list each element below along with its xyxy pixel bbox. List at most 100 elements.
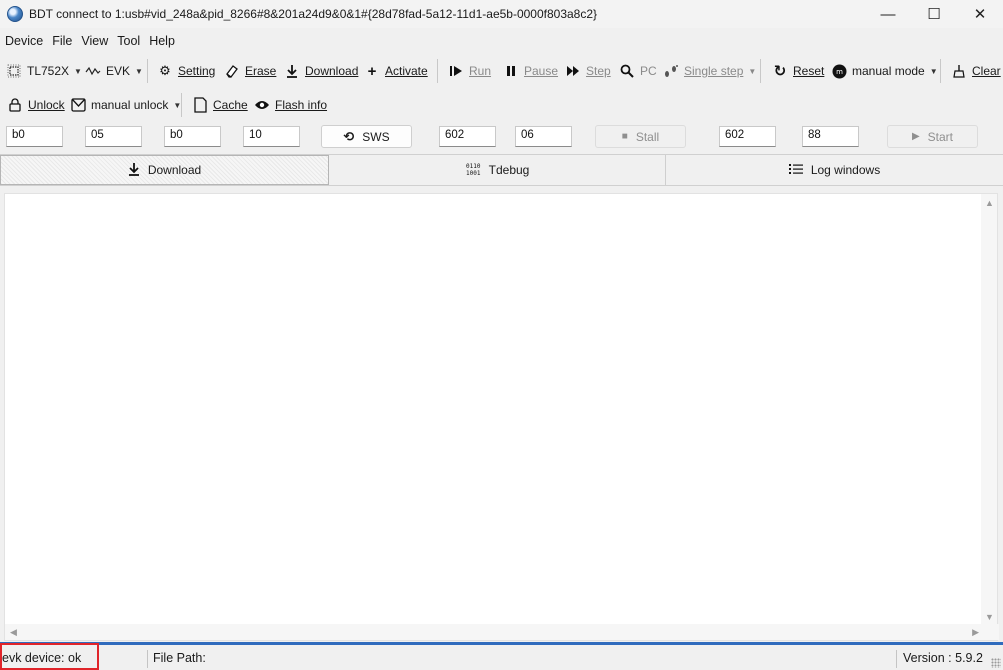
evk-label: EVK (106, 64, 131, 78)
chip-icon (6, 63, 22, 79)
scroll-up-icon[interactable]: ▲ (985, 198, 994, 208)
search-icon (619, 63, 635, 79)
footsteps-icon (663, 63, 679, 79)
run-button[interactable]: Run (448, 55, 491, 87)
register-field[interactable]: 05 (85, 126, 142, 147)
flash-info-button[interactable]: Flash info (254, 89, 327, 121)
menu-file[interactable]: File (52, 34, 72, 48)
vertical-scrollbar[interactable]: ▲ ▼ (981, 194, 997, 626)
register-field[interactable]: 10 (243, 126, 300, 147)
download-button[interactable]: Download (284, 55, 358, 87)
pause-button[interactable]: Pause (503, 55, 558, 87)
list-icon (788, 163, 803, 178)
progress-bar (0, 642, 1003, 645)
highlight-box (0, 643, 99, 670)
menu-tool[interactable]: Tool (117, 34, 140, 48)
play-icon: ▶ (911, 131, 920, 142)
scroll-right-icon[interactable]: ▶ (972, 627, 979, 638)
toolbar-separator (760, 59, 761, 83)
menu-help[interactable]: Help (149, 34, 175, 48)
unlock-button[interactable]: Unlock (7, 89, 65, 121)
sws-label: SWS (362, 129, 390, 144)
register-field[interactable]: b0 (164, 126, 221, 147)
unlock-label: Unlock (28, 98, 65, 112)
manual-unlock-dropdown[interactable]: manual unlock ▼ (70, 89, 181, 121)
cache-button[interactable]: Cache (192, 89, 248, 121)
app-globe-icon (7, 6, 23, 22)
single-step-dropdown[interactable]: Single step ▼ (663, 55, 756, 87)
gear-icon: ⚙ (159, 63, 171, 78)
activate-button[interactable]: + Activate (364, 55, 428, 87)
register-row: b0 05 b0 10 ⟲ SWS 602 06 ■ Stall 602 88 … (0, 124, 1003, 150)
clear-label: Clear (972, 64, 1001, 78)
chevron-down-icon: ▼ (135, 66, 143, 76)
mode-dropdown[interactable]: m manual mode ▼ (831, 55, 938, 87)
menu-bar: Device File View Tool Help (0, 29, 184, 53)
setting-label: Setting (178, 64, 216, 78)
reset-button[interactable]: ↻ Reset (772, 55, 825, 87)
svg-text:0110: 0110 (466, 163, 481, 170)
lock-icon (7, 97, 23, 113)
sws-button[interactable]: ⟲ SWS (321, 125, 412, 148)
signal-wave-icon (85, 63, 101, 79)
chevron-down-icon: ▼ (929, 66, 938, 76)
tab-bar: Download 0110 1001 Tdebug Log windows (0, 154, 1003, 186)
flash-info-label: Flash info (275, 98, 328, 112)
scroll-left-icon[interactable]: ◀ (10, 627, 17, 638)
maximize-button[interactable]: ☐ (911, 0, 957, 28)
setting-button[interactable]: ⚙ Setting (157, 55, 215, 87)
erase-button[interactable]: Erase (224, 55, 276, 87)
step-button[interactable]: Step (565, 55, 611, 87)
tab-tdebug[interactable]: 0110 1001 Tdebug (329, 155, 666, 185)
register-field[interactable]: 88 (802, 126, 859, 147)
register-field[interactable]: 06 (515, 126, 572, 147)
app-window: BDT connect to 1:usb#vid_248a&pid_8266#8… (0, 0, 1003, 670)
resize-grip-icon[interactable] (991, 658, 1001, 668)
clear-button[interactable]: Clear (951, 55, 1001, 87)
register-field[interactable]: b0 (6, 126, 63, 147)
binary-icon: 0110 1001 (465, 161, 481, 180)
document-icon (192, 97, 208, 113)
status-separator (896, 650, 897, 668)
pc-button[interactable]: PC (619, 55, 657, 87)
toolbar-separator (437, 59, 438, 83)
manual-unlock-label: manual unlock (91, 98, 169, 112)
fast-forward-icon (565, 63, 581, 79)
minimize-button[interactable]: — (865, 0, 911, 28)
stop-icon: ■ (621, 131, 628, 142)
version-label: Version : 5.9.2 (903, 651, 983, 665)
secondary-toolbar: Unlock manual unlock ▼ Cache Flash info (0, 89, 1003, 121)
menu-view[interactable]: View (81, 34, 108, 48)
menu-device[interactable]: Device (5, 34, 43, 48)
status-bar: evk device: ok File Path: Version : 5.9.… (0, 646, 1003, 670)
scroll-down-icon[interactable]: ▼ (985, 612, 994, 622)
output-panel[interactable]: ▲ ▼ ◀ ▶ (4, 193, 999, 641)
evk-select-dropdown[interactable]: EVK ▼ (85, 55, 143, 87)
tab-log-windows-label: Log windows (810, 163, 881, 177)
title-bar: BDT connect to 1:usb#vid_248a&pid_8266#8… (0, 0, 1003, 28)
tab-download[interactable]: Download (0, 155, 329, 185)
toolbar-separator (181, 93, 182, 117)
refresh-icon: ↻ (773, 63, 787, 80)
horizontal-scrollbar[interactable]: ◀ ▶ (5, 624, 999, 640)
main-toolbar: TL752X ▼ EVK ▼ ⚙ Setting Erase Download (0, 55, 1003, 87)
toolbar-separator (940, 59, 941, 83)
chip-select-dropdown[interactable]: TL752X ▼ (6, 55, 82, 87)
chip-label: TL752X (27, 64, 70, 78)
close-button[interactable]: ✕ (957, 0, 1003, 28)
run-icon (448, 63, 464, 79)
eye-icon (254, 97, 270, 113)
register-field[interactable]: 602 (439, 126, 496, 147)
register-field[interactable]: 602 (719, 126, 776, 147)
svg-text:m: m (836, 68, 843, 76)
tab-tdebug-label: Tdebug (488, 163, 530, 177)
pc-label: PC (640, 64, 657, 78)
file-path-label: File Path: (153, 651, 206, 665)
sync-icon: ⟲ (343, 128, 355, 144)
svg-text:1001: 1001 (466, 170, 481, 177)
stall-button[interactable]: ■ Stall (595, 125, 686, 148)
run-label: Run (469, 64, 492, 78)
status-separator (147, 650, 148, 668)
start-button[interactable]: ▶ Start (887, 125, 978, 148)
tab-log-windows[interactable]: Log windows (666, 155, 1003, 185)
